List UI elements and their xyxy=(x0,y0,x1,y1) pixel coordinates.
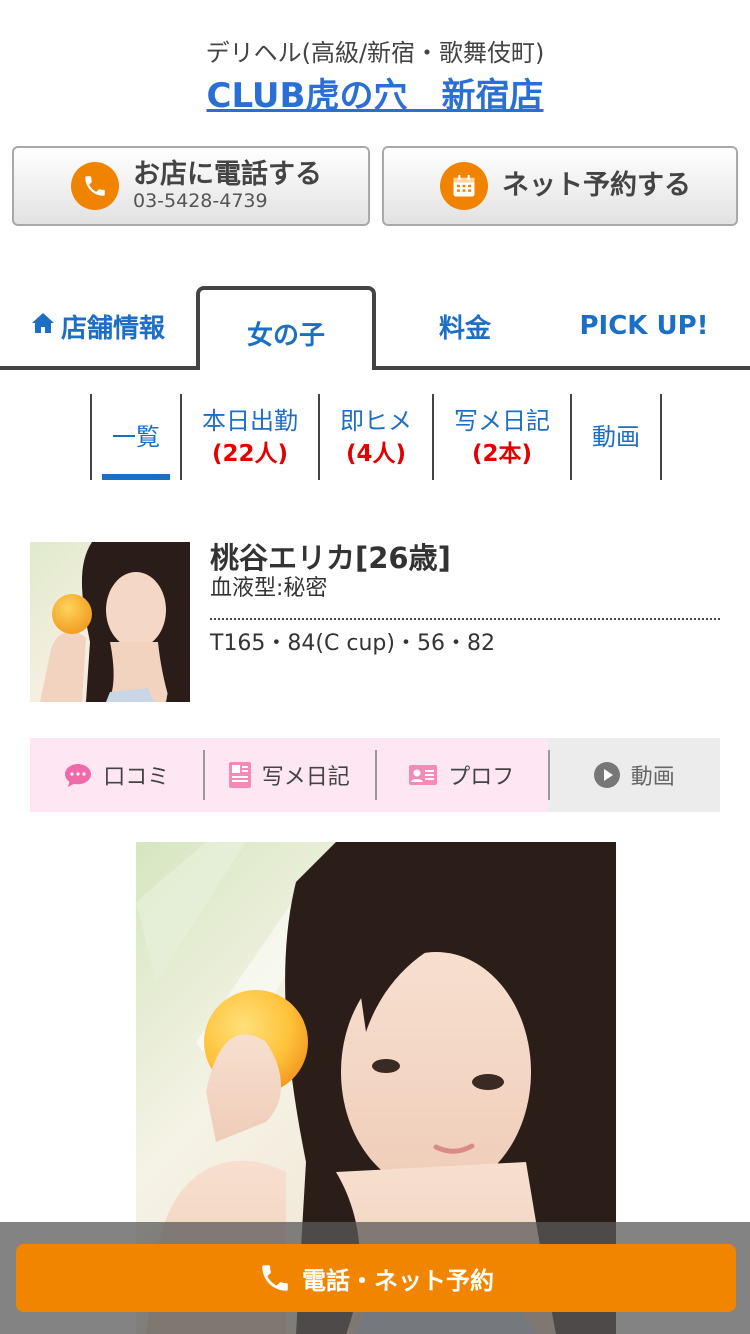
video-button[interactable]: 動画 xyxy=(547,738,720,812)
profile-card-icon xyxy=(408,764,438,786)
tab-girls[interactable]: 女の子 xyxy=(196,286,376,370)
review-label: 口コミ xyxy=(103,765,170,790)
girl-measurements: T165・84(C cup)・56・82 xyxy=(210,631,495,656)
shop-category: デリヘル(高級/新宿・歌舞伎町) xyxy=(205,39,545,67)
girl-thumbnail[interactable] xyxy=(30,542,190,702)
girl-info: 桃谷エリカ[26歳] 血液型:秘密 T165・84(C cup)・56・82 xyxy=(210,542,720,658)
tab-pickup[interactable]: PICK UP! xyxy=(554,286,734,366)
subnav-label: 即ヒメ xyxy=(340,407,412,435)
subnav-instant[interactable]: 即ヒメ (4人) xyxy=(318,394,432,480)
active-indicator xyxy=(102,474,170,480)
girl-action-bar: 口コミ 写メ日記 プロフ 動画 xyxy=(30,738,720,812)
subnav-label: 一覧 xyxy=(112,423,160,451)
subnav-video[interactable]: 動画 xyxy=(570,394,662,480)
subnav-label: 写メ日記 xyxy=(454,407,550,435)
subnav-count: (2本) xyxy=(471,441,533,467)
girl-profile: 桃谷エリカ[26歳] 血液型:秘密 T165・84(C cup)・56・82 xyxy=(30,542,720,702)
dotted-divider xyxy=(210,618,720,620)
call-reserve-button[interactable]: 電話・ネット予約 xyxy=(16,1244,736,1312)
profile-label: プロフ xyxy=(448,765,515,790)
shop-phone-number: 03-5428-4739 xyxy=(133,190,268,212)
tab-girls-label: 女の子 xyxy=(246,320,325,351)
profile-button[interactable]: プロフ xyxy=(375,738,548,812)
tab-shop-info-label: 店舗情報 xyxy=(60,313,165,344)
calendar-icon xyxy=(440,162,488,210)
web-reservation-button[interactable]: ネット予約する xyxy=(382,146,738,226)
phone-icon xyxy=(71,162,119,210)
site-header: デリヘル(高級/新宿・歌舞伎町) CLUB虎の穴 新宿店 xyxy=(0,0,750,118)
tab-price-label: 料金 xyxy=(438,313,491,344)
subnav-label: 動画 xyxy=(592,423,640,451)
subnav-label: 本日出勤 xyxy=(202,407,298,435)
girl-name[interactable]: 桃谷エリカ[26歳] xyxy=(210,542,720,574)
subnav-count: (22人) xyxy=(211,441,289,467)
girls-subnav: 一覧 本日出勤 (22人) 即ヒメ (4人) 写メ日記 (2本) 動画 xyxy=(90,394,662,480)
tab-price[interactable]: 料金 xyxy=(376,286,554,366)
video-label: 動画 xyxy=(630,765,675,790)
call-reserve-label: 電話・ネット予約 xyxy=(302,1266,494,1295)
photo-diary-button[interactable]: 写メ日記 xyxy=(202,738,375,812)
subnav-photo-diary[interactable]: 写メ日記 (2本) xyxy=(432,394,570,480)
fixed-bottom-bar: 電話・ネット予約 xyxy=(0,1222,750,1334)
review-button[interactable]: 口コミ xyxy=(30,738,203,812)
tab-pickup-label: PICK UP! xyxy=(579,311,709,341)
call-shop-text: お店に電話する 03-5428-4739 xyxy=(133,159,322,213)
subnav-list[interactable]: 一覧 xyxy=(90,394,180,480)
cta-row: お店に電話する 03-5428-4739 ネット予約する xyxy=(12,146,738,226)
home-icon xyxy=(31,311,55,341)
web-reservation-label: ネット予約する xyxy=(502,170,691,201)
photo-diary-icon xyxy=(228,761,252,789)
shop-name-link[interactable]: CLUB虎の穴 新宿店 xyxy=(207,74,544,118)
girl-blood-type: 血液型:秘密 xyxy=(210,576,328,601)
main-tabs: 店舗情報 女の子 料金 PICK UP! xyxy=(0,286,750,370)
subnav-today[interactable]: 本日出勤 (22人) xyxy=(180,394,318,480)
subnav-count: (4人) xyxy=(345,441,407,467)
photo-diary-label: 写メ日記 xyxy=(261,765,350,790)
review-bubble-icon xyxy=(63,762,93,788)
phone-icon xyxy=(258,1261,292,1295)
call-shop-label: お店に電話する xyxy=(133,159,322,190)
tab-shop-info[interactable]: 店舗情報 xyxy=(0,286,196,366)
call-shop-button[interactable]: お店に電話する 03-5428-4739 xyxy=(12,146,370,226)
play-icon xyxy=(593,761,621,789)
